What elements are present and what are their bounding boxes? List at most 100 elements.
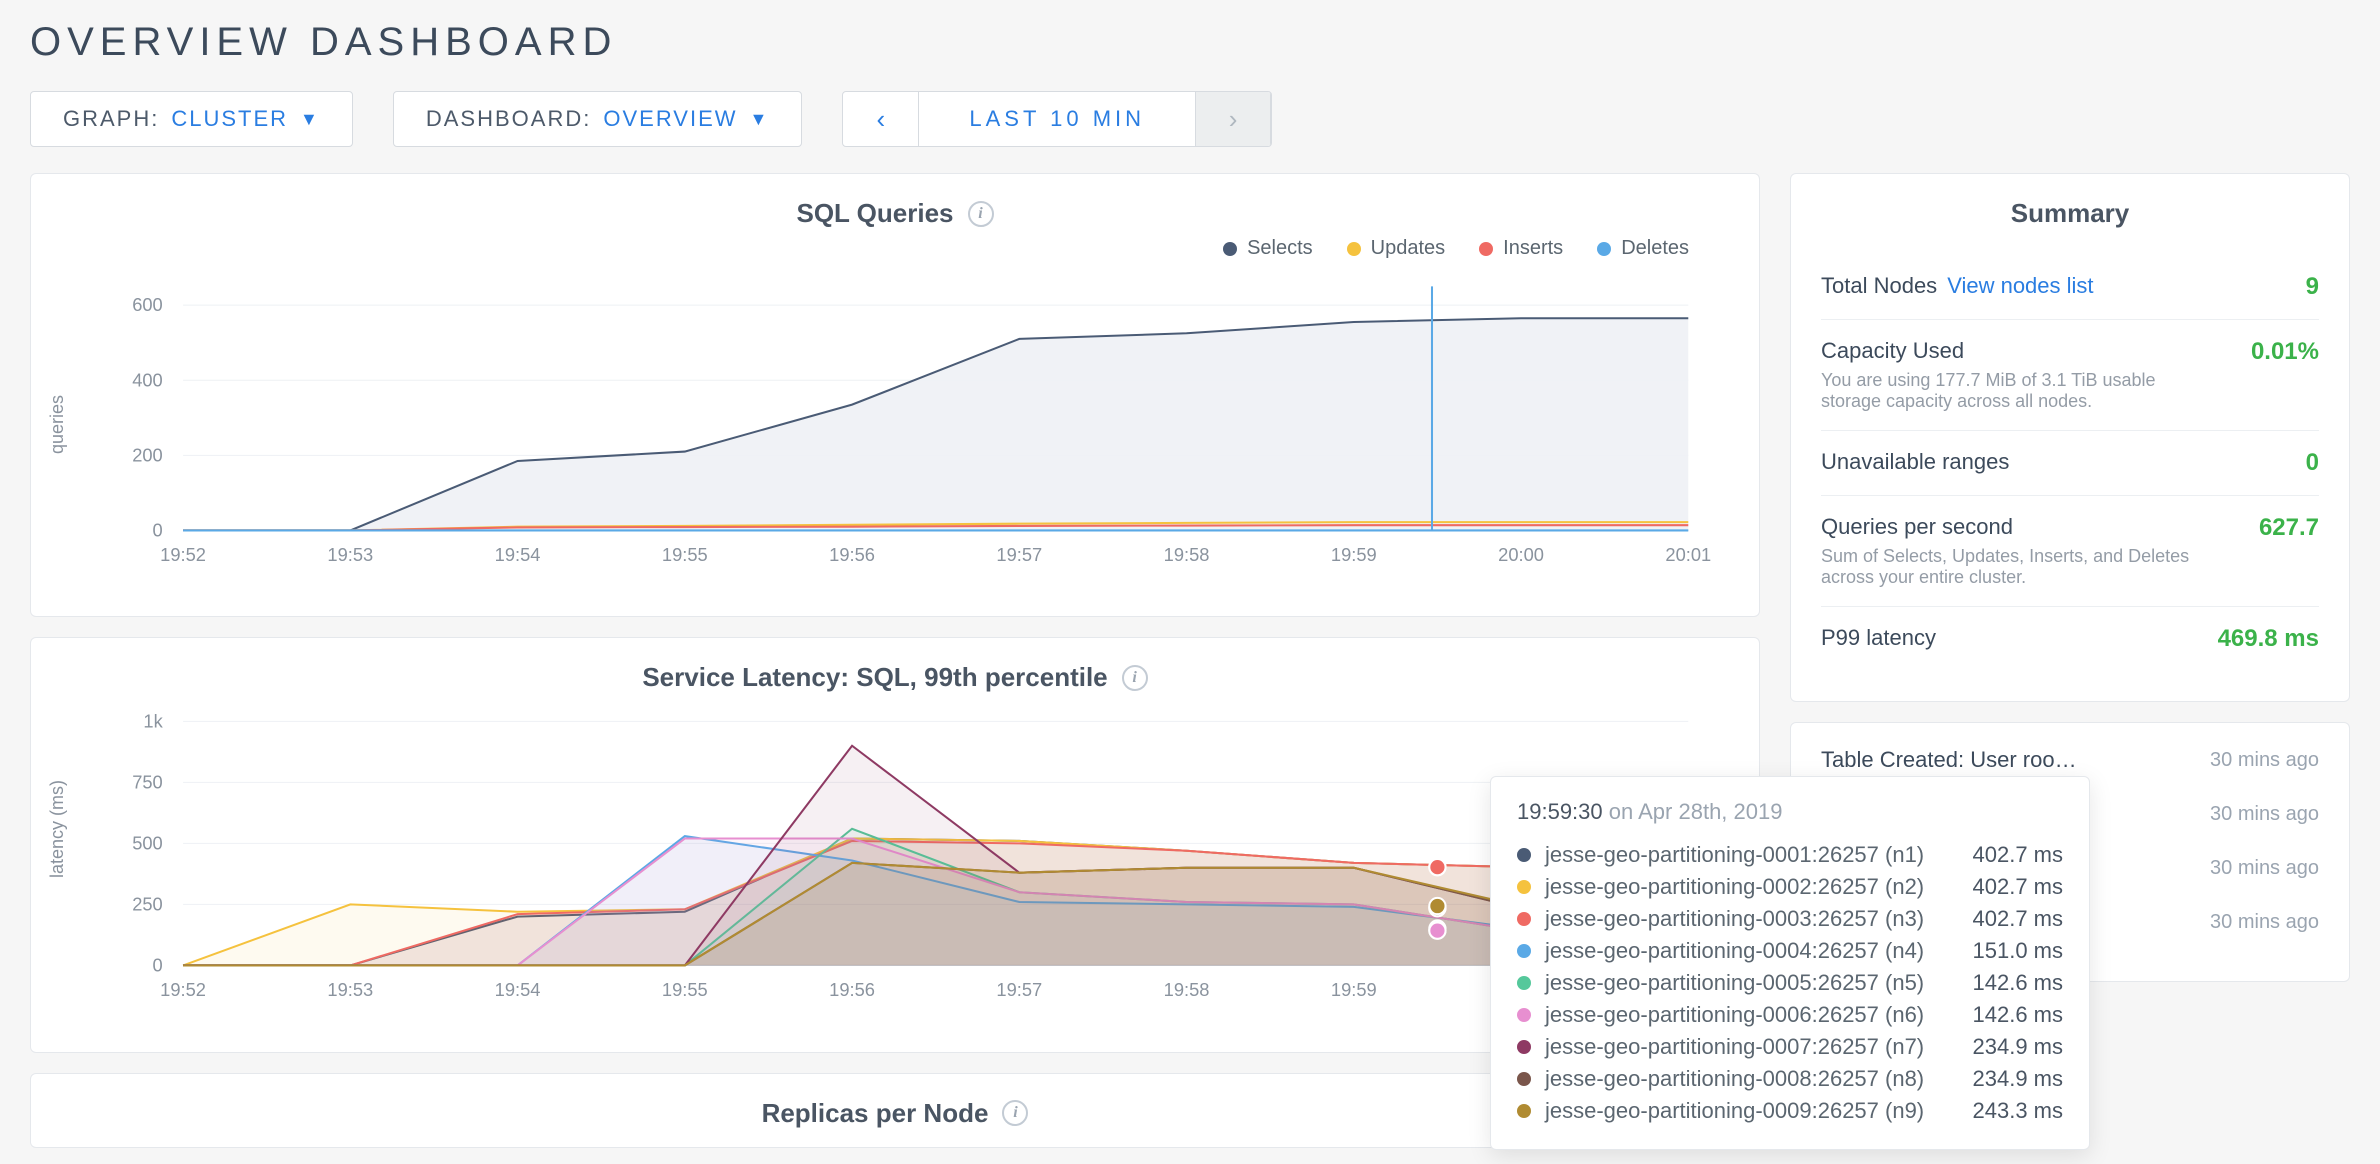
legend-label: Inserts <box>1503 237 1563 260</box>
info-icon[interactable]: i <box>968 201 994 227</box>
svg-text:750: 750 <box>132 772 163 793</box>
svg-text:19:54: 19:54 <box>495 979 541 1000</box>
tooltip-series-value: 402.7 ms <box>1943 874 2063 900</box>
sql-queries-chart-card: SQL Queries i Selects Updates Inserts Delet… <box>30 173 1760 617</box>
latency-chart-title: Service Latency: SQL, 99th percentile <box>642 662 1107 693</box>
summary-label: Total NodesView nodes list <box>1821 273 2094 299</box>
svg-text:0: 0 <box>153 955 163 976</box>
svg-text:600: 600 <box>132 294 163 315</box>
tooltip-time: 19:59:30 <box>1517 799 1603 824</box>
svg-text:19:57: 19:57 <box>996 544 1042 565</box>
tooltip-series-value: 151.0 ms <box>1943 938 2063 964</box>
caret-down-icon: ▼ <box>750 109 770 130</box>
series-dot-icon <box>1517 944 1531 958</box>
tooltip-date: on Apr 28th, 2019 <box>1609 799 1783 824</box>
svg-text:19:59: 19:59 <box>1331 544 1377 565</box>
series-dot-icon <box>1517 880 1531 894</box>
legend-label: Updates <box>1371 237 1446 260</box>
svg-text:20:01: 20:01 <box>1665 544 1711 565</box>
info-icon[interactable]: i <box>1002 1100 1028 1126</box>
tooltip-series-name: jesse-geo-partitioning-0004:26257 (n4) <box>1545 938 1929 964</box>
replicas-chart-title: Replicas per Node <box>762 1098 989 1129</box>
summary-sublabel: You are using 177.7 MiB of 3.1 TiB usabl… <box>1821 370 2201 412</box>
tooltip-series-value: 402.7 ms <box>1943 906 2063 932</box>
time-range-button[interactable]: LAST 10 MIN <box>919 92 1195 146</box>
graph-dropdown-label: GRAPH: <box>63 106 159 132</box>
svg-text:200: 200 <box>132 444 163 465</box>
tooltip-series-value: 234.9 ms <box>1943 1066 2063 1092</box>
tooltip-series-name: jesse-geo-partitioning-0003:26257 (n3) <box>1545 906 1929 932</box>
tooltip-row: jesse-geo-partitioning-0006:26257 (n6)14… <box>1517 999 2063 1031</box>
sql-queries-chart[interactable]: 0 200 400 600 19:52 19:53 19:54 19:55 19:56 19:5… <box>61 266 1729 581</box>
series-dot-icon <box>1517 912 1531 926</box>
series-dot-icon <box>1517 1008 1531 1022</box>
graph-dropdown[interactable]: GRAPH: CLUSTER ▼ <box>30 91 353 147</box>
svg-text:19:56: 19:56 <box>829 979 875 1000</box>
legend-item[interactable]: Selects <box>1223 237 1313 260</box>
tooltip-series-name: jesse-geo-partitioning-0009:26257 (n9) <box>1545 1098 1929 1124</box>
info-icon[interactable]: i <box>1122 665 1148 691</box>
time-nav: ‹ LAST 10 MIN › <box>842 91 1272 147</box>
tooltip-series-name: jesse-geo-partitioning-0007:26257 (n7) <box>1545 1034 1929 1060</box>
svg-text:19:55: 19:55 <box>662 544 708 565</box>
series-dot-icon <box>1517 1072 1531 1086</box>
dashboard-dropdown[interactable]: DASHBOARD: OVERVIEW ▼ <box>393 91 803 147</box>
svg-text:250: 250 <box>132 894 163 915</box>
summary-sublabel: Sum of Selects, Updates, Inserts, and De… <box>1821 546 2201 588</box>
summary-row: Total NodesView nodes list 9 <box>1821 255 2319 319</box>
time-next-button: › <box>1195 92 1271 146</box>
event-time: 30 mins ago <box>2210 749 2319 772</box>
summary-value: 469.8 ms <box>2218 625 2319 653</box>
latency-ylabel: latency (ms) <box>47 780 68 878</box>
svg-text:19:58: 19:58 <box>1164 979 1210 1000</box>
summary-value: 9 <box>2306 273 2319 301</box>
tooltip-series-name: jesse-geo-partitioning-0008:26257 (n8) <box>1545 1066 1929 1092</box>
svg-text:19:56: 19:56 <box>829 544 875 565</box>
summary-value: 627.7 <box>2259 514 2319 542</box>
svg-text:1k: 1k <box>143 711 163 732</box>
svg-text:400: 400 <box>132 369 163 390</box>
svg-text:0: 0 <box>153 520 163 541</box>
tooltip-series-name: jesse-geo-partitioning-0001:26257 (n1) <box>1545 842 1929 868</box>
legend-item[interactable]: Deletes <box>1597 237 1689 260</box>
svg-text:500: 500 <box>132 833 163 854</box>
tooltip-series-value: 234.9 ms <box>1943 1034 2063 1060</box>
svg-text:19:52: 19:52 <box>160 544 206 565</box>
time-prev-button[interactable]: ‹ <box>843 92 919 146</box>
event-time: 30 mins ago <box>2210 803 2319 826</box>
legend-item[interactable]: Updates <box>1347 237 1446 260</box>
latency-chart[interactable]: 02505007501k 19:5219:5319:5419:5519:5619… <box>61 701 1729 1016</box>
tooltip-series-value: 402.7 ms <box>1943 842 2063 868</box>
svg-text:19:53: 19:53 <box>327 979 373 1000</box>
event-time: 30 mins ago <box>2210 911 2319 934</box>
summary-label: Queries per second <box>1821 514 2201 540</box>
summary-value: 0 <box>2306 449 2319 477</box>
tooltip-row: jesse-geo-partitioning-0005:26257 (n5)14… <box>1517 967 2063 999</box>
dashboard-dropdown-value: OVERVIEW <box>603 106 737 132</box>
svg-text:19:53: 19:53 <box>327 544 373 565</box>
svg-text:19:54: 19:54 <box>495 544 541 565</box>
svg-text:20:00: 20:00 <box>1498 544 1544 565</box>
legend-item[interactable]: Inserts <box>1479 237 1563 260</box>
summary-label: Capacity Used <box>1821 338 2201 364</box>
legend-dot-icon <box>1347 242 1361 256</box>
caret-down-icon: ▼ <box>300 109 320 130</box>
tooltip-series-name: jesse-geo-partitioning-0006:26257 (n6) <box>1545 1002 1929 1028</box>
legend-label: Deletes <box>1621 237 1689 260</box>
tooltip-series-value: 142.6 ms <box>1943 970 2063 996</box>
summary-row: Queries per second Sum of Selects, Update… <box>1821 495 2319 606</box>
event-text: Table Created: User root cr… <box>1821 747 2081 773</box>
summary-link[interactable]: View nodes list <box>1947 273 2093 298</box>
controls-row: GRAPH: CLUSTER ▼ DASHBOARD: OVERVIEW ▼ ‹… <box>30 91 2350 147</box>
legend-dot-icon <box>1597 242 1611 256</box>
sql-queries-title: SQL Queries <box>796 198 953 229</box>
series-dot-icon <box>1517 1040 1531 1054</box>
summary-value: 0.01% <box>2251 338 2319 366</box>
sql-queries-ylabel: queries <box>47 395 68 454</box>
svg-text:19:52: 19:52 <box>160 979 206 1000</box>
svg-text:19:57: 19:57 <box>996 979 1042 1000</box>
legend-label: Selects <box>1247 237 1313 260</box>
tooltip-row: jesse-geo-partitioning-0003:26257 (n3) 40… <box>1517 903 2063 935</box>
page-title: OVERVIEW DASHBOARD <box>30 20 2350 65</box>
series-dot-icon <box>1517 1104 1531 1118</box>
